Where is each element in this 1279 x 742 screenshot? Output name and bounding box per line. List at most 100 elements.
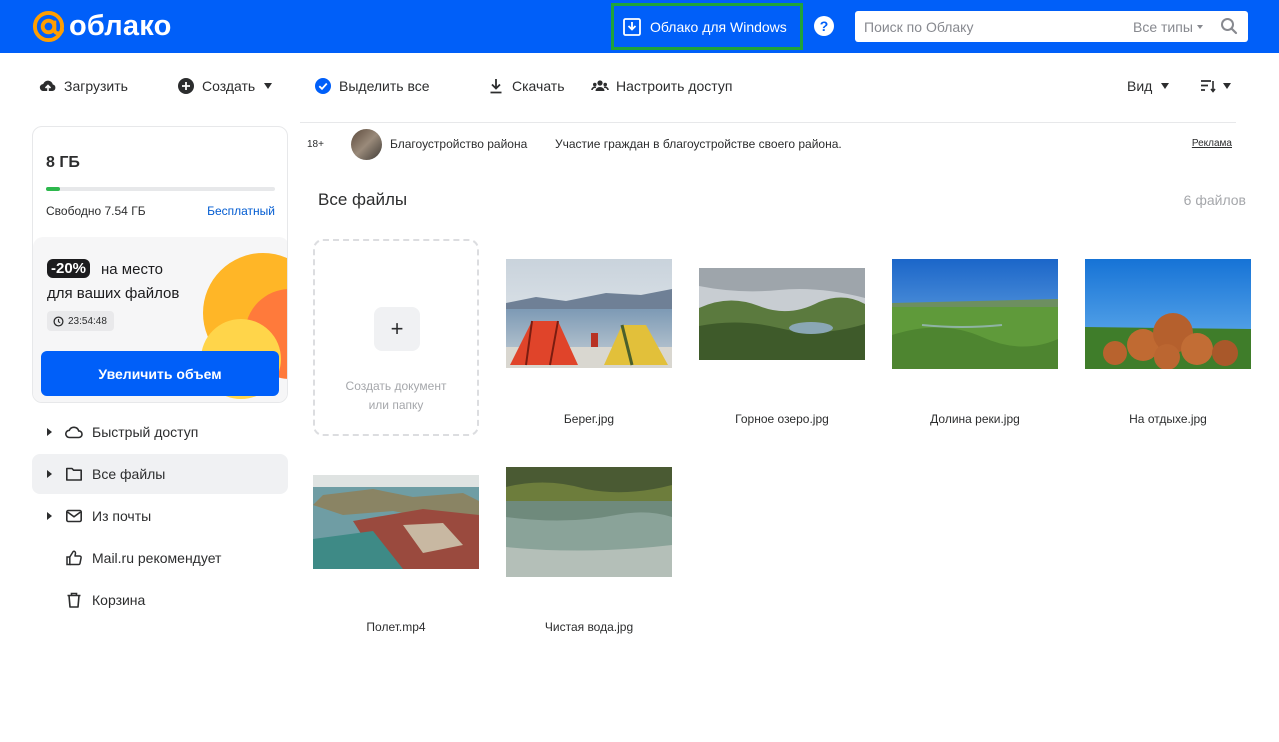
thumbs-up-icon bbox=[66, 550, 82, 566]
windows-app-label: Облако для Windows bbox=[650, 18, 787, 35]
search-icon[interactable] bbox=[1220, 17, 1238, 35]
aerial-city-video-thumbnail bbox=[313, 475, 479, 569]
file-thumbnail[interactable] bbox=[699, 268, 865, 360]
download-label: Скачать bbox=[512, 78, 565, 94]
storage-plan-link[interactable]: Бесплатный bbox=[207, 204, 275, 218]
chevron-down-icon bbox=[1161, 83, 1170, 89]
select-all-button[interactable]: Выделить все bbox=[314, 76, 430, 96]
expand-arrow-icon[interactable] bbox=[47, 470, 52, 478]
beach-tents-image bbox=[506, 259, 672, 368]
create-tile-line-2: или папку bbox=[368, 398, 424, 412]
file-item[interactable]: На отдыхе.jpg bbox=[1085, 259, 1251, 434]
create-button[interactable]: Создать bbox=[177, 76, 273, 96]
ad-label-link[interactable]: Реклама bbox=[1192, 138, 1232, 149]
select-all-label: Выделить все bbox=[339, 78, 430, 94]
upload-button[interactable]: Загрузить bbox=[39, 76, 128, 96]
at-sign-logo-icon bbox=[32, 10, 65, 42]
file-thumbnail[interactable] bbox=[313, 475, 479, 569]
logo[interactable]: облако bbox=[32, 8, 172, 44]
promo-timer: 23:54:48 bbox=[47, 311, 114, 331]
help-icon[interactable]: ? bbox=[814, 16, 834, 36]
trash-icon bbox=[67, 592, 81, 608]
download-icon bbox=[490, 79, 502, 94]
cloud-icon bbox=[65, 426, 83, 439]
users-icon bbox=[591, 80, 609, 91]
file-name: Чистая вода.jpg bbox=[544, 620, 634, 634]
file-name: Полет.mp4 bbox=[366, 620, 426, 634]
download-button[interactable]: Скачать bbox=[487, 76, 565, 96]
share-settings-button[interactable]: Настроить доступ bbox=[591, 76, 732, 96]
file-thumbnail[interactable] bbox=[506, 467, 672, 577]
expand-arrow-icon[interactable] bbox=[47, 512, 52, 520]
storage-total: 8 ГБ bbox=[46, 154, 80, 171]
mountain-lake-image bbox=[699, 268, 865, 360]
create-document-tile[interactable]: + Создать документ или папку bbox=[313, 239, 479, 436]
ad-text: Участие граждан в благоустройстве своего… bbox=[555, 137, 842, 151]
logo-text: облако bbox=[69, 10, 172, 42]
promo-timer-value: 23:54:48 bbox=[68, 315, 107, 327]
file-name: Долина реки.jpg bbox=[930, 412, 1020, 426]
file-thumbnail[interactable] bbox=[1085, 259, 1251, 369]
cloud-upload-icon bbox=[39, 80, 56, 92]
clock-icon bbox=[53, 315, 64, 327]
sidebar-nav: Быстрый доступ Все файлы Из почты Mail.r… bbox=[32, 412, 288, 622]
sidebar-item-label: Все файлы bbox=[92, 466, 166, 482]
storage-free-text: Свободно 7.54 ГБ bbox=[46, 204, 146, 218]
search-input[interactable] bbox=[855, 12, 1115, 41]
expand-arrow-icon[interactable] bbox=[47, 428, 52, 436]
upload-label: Загрузить bbox=[64, 78, 128, 94]
discount-badge: -20% bbox=[47, 259, 91, 278]
sidebar-item-label: Mail.ru рекомендует bbox=[92, 550, 222, 566]
file-item[interactable]: Полет.mp4 bbox=[313, 467, 479, 642]
sidebar-item-trash[interactable]: Корзина bbox=[32, 580, 288, 620]
age-rating: 18+ bbox=[307, 139, 324, 150]
sort-dropdown[interactable] bbox=[1199, 76, 1231, 96]
river-valley-image bbox=[892, 259, 1058, 369]
file-item[interactable]: Долина реки.jpg bbox=[892, 259, 1058, 434]
ad-banner[interactable]: 18+ Благоустройство района Участие гражд… bbox=[300, 122, 1236, 166]
sidebar-item-recommends[interactable]: Mail.ru рекомендует bbox=[32, 538, 288, 578]
search-box: Все типы bbox=[855, 11, 1248, 42]
sidebar-item-label: Из почты bbox=[92, 508, 152, 524]
sidebar-item-all-files[interactable]: Все файлы bbox=[32, 454, 288, 494]
view-dropdown[interactable]: Вид bbox=[1127, 76, 1170, 96]
sidebar-item-quick-access[interactable]: Быстрый доступ bbox=[32, 412, 288, 452]
promo-line-2: для ваших файлов bbox=[47, 285, 180, 302]
chevron-down-icon bbox=[1223, 83, 1231, 89]
storage-usage-fill bbox=[46, 187, 60, 191]
windows-app-button[interactable]: Облако для Windows bbox=[611, 3, 803, 50]
create-label: Создать bbox=[202, 78, 256, 94]
storage-usage-bar bbox=[46, 187, 275, 191]
file-thumbnail[interactable] bbox=[892, 259, 1058, 369]
chevron-down-icon bbox=[264, 83, 273, 89]
promo-banner: -20% на место для ваших файлов 23:54:48 … bbox=[33, 237, 287, 402]
view-label: Вид bbox=[1127, 78, 1153, 94]
file-name: На отдыхе.jpg bbox=[1129, 412, 1207, 426]
clear-water-image bbox=[506, 467, 672, 577]
increase-storage-button[interactable]: Увеличить объем bbox=[41, 351, 279, 396]
mail-icon bbox=[65, 509, 82, 523]
file-thumbnail[interactable] bbox=[506, 259, 672, 368]
file-count: 6 файлов bbox=[1183, 192, 1246, 208]
search-types-dropdown[interactable]: Все типы bbox=[1133, 19, 1203, 35]
create-tile-line-1: Создать документ bbox=[345, 379, 447, 393]
ad-title: Благоустройство района bbox=[390, 137, 528, 151]
toolbar: Загрузить Создать Выделить все Скачать Н… bbox=[0, 66, 1279, 106]
sort-icon bbox=[1201, 80, 1216, 93]
folder-icon bbox=[66, 467, 82, 481]
file-item[interactable]: Берег.jpg bbox=[506, 259, 672, 434]
file-item[interactable]: Чистая вода.jpg bbox=[506, 467, 672, 642]
file-name: Берег.jpg bbox=[563, 412, 615, 426]
storage-card: 8 ГБ Свободно 7.54 ГБ Бесплатный -20% на… bbox=[32, 126, 288, 403]
sidebar-item-label: Быстрый доступ bbox=[92, 424, 199, 440]
plus-icon: + bbox=[374, 307, 420, 351]
promo-line-1: на место bbox=[101, 261, 163, 278]
create-tile-label: Создать документ или папку bbox=[315, 377, 477, 415]
check-circle-icon bbox=[315, 78, 331, 94]
chevron-down-icon bbox=[1196, 24, 1203, 29]
sidebar-item-from-mail[interactable]: Из почты bbox=[32, 496, 288, 536]
file-name: Горное озеро.jpg bbox=[735, 412, 829, 426]
ad-avatar bbox=[351, 129, 382, 160]
file-item[interactable]: Горное озеро.jpg bbox=[699, 259, 865, 434]
top-bar: облако Облако для Windows ? Все типы bbox=[0, 0, 1279, 53]
